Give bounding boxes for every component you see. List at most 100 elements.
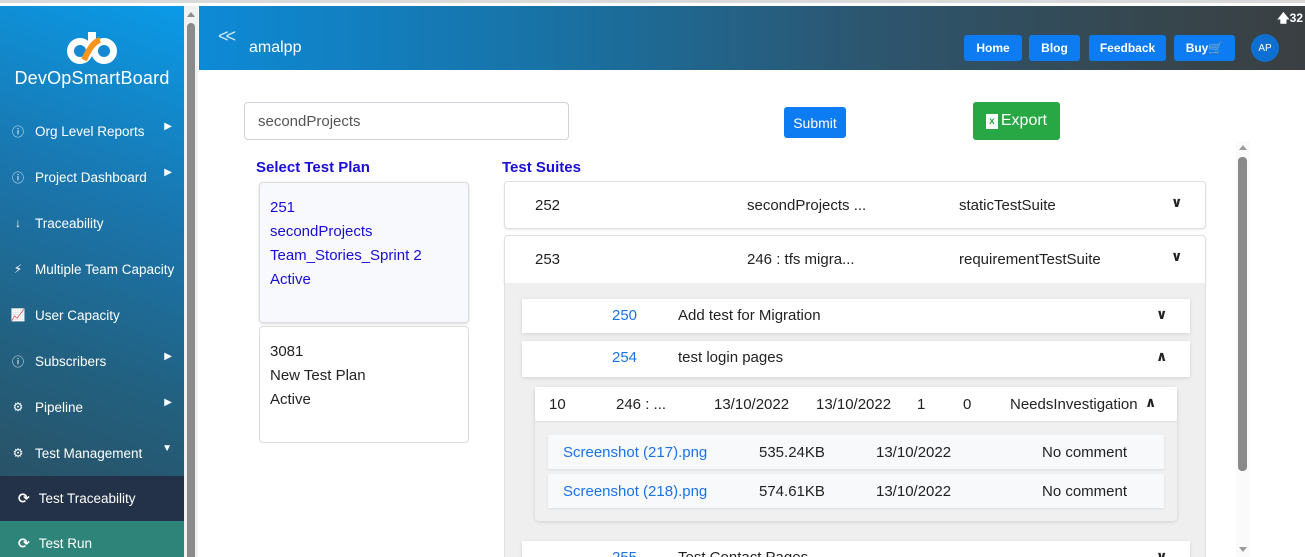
attachment-comment: No comment — [1042, 444, 1128, 461]
suite-row-expanded[interactable]: 253 246 : tfs migra... requirementTestSu… — [504, 235, 1206, 284]
suite-name: secondProjects ... — [747, 197, 867, 214]
test-case-row-expanded[interactable]: 254 test login pages ∧ — [522, 341, 1190, 377]
suite-type: staticTestSuite — [959, 197, 1056, 214]
attachment-row: Screenshot (218).png 574.61KB 13/10/2022… — [548, 474, 1164, 508]
sidebar-subitem-test-run[interactable]: ⟳ Test Run — [0, 521, 184, 557]
user-avatar[interactable]: AP — [1251, 34, 1279, 62]
caret-right-icon: ▶ — [164, 167, 172, 178]
sidebar-item-org-level-reports[interactable]: ⓘ Org Level Reports ▶ — [0, 108, 184, 154]
sidebar-item-label: Org Level Reports — [35, 123, 145, 139]
test-suites-heading: Test Suites — [502, 159, 581, 176]
test-case-row[interactable]: 255 Test Contact Pages ∨ — [522, 541, 1190, 557]
caret-right-icon: ▶ — [164, 397, 172, 408]
arrow-down-icon: ↓ — [15, 216, 21, 230]
brand-logo[interactable]: DevOpSmartBoard — [0, 6, 184, 98]
run-failed: 0 — [963, 396, 972, 413]
home-button[interactable]: Home — [964, 35, 1022, 61]
scroll-top-counter[interactable]: 🡅32 — [1277, 9, 1303, 30]
organization-name: amalpp — [249, 39, 302, 56]
logo-icon — [67, 32, 117, 64]
sidebar-item-label: Test Run — [38, 536, 93, 551]
scroll-up-icon[interactable] — [187, 12, 195, 17]
sidebar-item-label: Project Dashboard — [35, 169, 147, 185]
attachment-file-link[interactable]: Screenshot (218).png — [563, 483, 707, 500]
attachment-comment: No comment — [1042, 483, 1128, 500]
cart-icon: 🛒 — [1208, 41, 1224, 55]
sidebar: DevOpSmartBoard ⓘ Org Level Reports ▶ ⓘ … — [0, 6, 184, 557]
case-title: Add test for Migration — [678, 307, 821, 324]
double-chevron-left-icon[interactable]: << — [218, 26, 236, 47]
chevron-up-icon[interactable]: ∧ — [1156, 348, 1167, 365]
info-circle-icon: ⓘ — [11, 124, 24, 139]
sidebar-nav: ⓘ Org Level Reports ▶ ⓘ Project Dashboar… — [0, 108, 184, 557]
content-scrollbar[interactable] — [1236, 141, 1250, 557]
scrollbar-thumb[interactable] — [1238, 157, 1247, 471]
sidebar-subitem-test-traceability[interactable]: ⟳ Test Traceability — [0, 476, 184, 521]
run-completed: 13/10/2022 — [816, 396, 892, 413]
test-case-row[interactable]: 250 Add test for Migration ∨ — [522, 299, 1190, 333]
sidebar-item-label: Traceability — [35, 215, 104, 231]
suite-id: 252 — [535, 197, 561, 214]
plan-name: New Test Plan — [270, 367, 366, 384]
plan-state: Active — [270, 271, 311, 288]
run-started: 13/10/2022 — [714, 396, 790, 413]
test-suites-list: 252 secondProjects ... staticTestSuite ∨… — [504, 181, 1206, 557]
sidebar-item-traceability[interactable]: ↓ Traceability — [0, 200, 184, 246]
blog-button[interactable]: Blog — [1029, 35, 1080, 61]
sidebar-scrollbar[interactable] — [184, 6, 198, 557]
sync-icon: ⟳ — [18, 490, 30, 506]
sidebar-item-project-dashboard[interactable]: ⓘ Project Dashboard ▶ — [0, 154, 184, 200]
test-run-row[interactable]: 10 246 : ... 13/10/2022 13/10/2022 1 0 N… — [535, 387, 1177, 421]
suite-type: requirementTestSuite — [959, 251, 1101, 268]
export-button[interactable]: x Export — [973, 102, 1060, 140]
attachment-size: 574.61KB — [759, 483, 825, 500]
run-passed: 1 — [917, 396, 926, 413]
scroll-down-icon[interactable] — [1239, 547, 1247, 552]
chevron-down-icon[interactable]: ∨ — [1156, 306, 1167, 323]
chart-area-icon: 📈 — [10, 308, 26, 322]
suite-body: 250 Add test for Migration ∨ 254 test lo… — [504, 283, 1206, 557]
sidebar-item-label: Pipeline — [35, 399, 84, 415]
project-input[interactable] — [244, 102, 569, 140]
top-header: << amalpp 🡅32 Home Blog Feedback Buy 🛒 A… — [199, 6, 1305, 70]
chevron-down-icon[interactable]: ∨ — [1156, 548, 1167, 557]
test-run-panel: 10 246 : ... 13/10/2022 13/10/2022 1 0 N… — [535, 387, 1177, 521]
sidebar-item-label: Test Traceability — [38, 491, 136, 506]
attachment-size: 535.24KB — [759, 444, 825, 461]
attachment-date: 13/10/2022 — [876, 444, 952, 461]
attachment-file-link[interactable]: Screenshot (217).png — [563, 444, 707, 461]
case-id[interactable]: 254 — [612, 349, 637, 366]
submit-button[interactable]: Submit — [784, 107, 846, 138]
test-plan-card[interactable]: 3081 New Test Plan Active — [259, 326, 469, 443]
test-plan-card-selected[interactable]: 251 secondProjects Team_Stories_Sprint 2… — [259, 182, 469, 323]
suite-row[interactable]: 252 secondProjects ... staticTestSuite ∨ — [504, 181, 1206, 229]
sync-icon: ⟳ — [18, 535, 30, 551]
scroll-up-icon[interactable] — [1239, 145, 1247, 150]
export-label: Export — [1000, 112, 1048, 129]
sidebar-item-pipeline[interactable]: ⚙ Pipeline ▶ — [0, 384, 184, 430]
sidebar-item-multiple-team-capacity[interactable]: ⚡ Multiple Team Capacity — [0, 246, 184, 292]
gear-icon: ⚙ — [12, 400, 24, 414]
case-id[interactable]: 250 — [612, 307, 637, 324]
sidebar-item-user-capacity[interactable]: 📈 User Capacity — [0, 292, 184, 338]
attachment-row: Screenshot (217).png 535.24KB 13/10/2022… — [548, 435, 1164, 469]
case-id[interactable]: 255 — [612, 549, 637, 557]
sidebar-item-test-management[interactable]: ⚙ Test Management ▼ — [0, 430, 184, 476]
chevron-up-icon[interactable]: ∧ — [1145, 394, 1156, 411]
suite-id: 253 — [535, 251, 561, 268]
buy-label: Buy — [1185, 41, 1209, 55]
caret-right-icon: ▶ — [164, 351, 172, 362]
caret-right-icon: ▶ — [164, 121, 172, 132]
run-id: 10 — [549, 396, 566, 413]
buy-button[interactable]: Buy 🛒 — [1174, 35, 1235, 61]
brand-name: DevOpSmartBoard — [14, 68, 170, 88]
chevron-down-icon[interactable]: ∨ — [1171, 194, 1182, 211]
case-title: test login pages — [678, 349, 784, 366]
chevron-down-icon[interactable]: ∨ — [1171, 248, 1182, 265]
info-circle-icon: ⓘ — [11, 170, 24, 185]
sidebar-item-label: User Capacity — [35, 307, 120, 323]
feedback-button[interactable]: Feedback — [1089, 35, 1166, 61]
sidebar-item-subscribers[interactable]: ⓘ Subscribers ▶ — [0, 338, 184, 384]
case-title: Test Contact Pages — [678, 549, 808, 557]
scrollbar-thumb[interactable] — [187, 23, 195, 557]
